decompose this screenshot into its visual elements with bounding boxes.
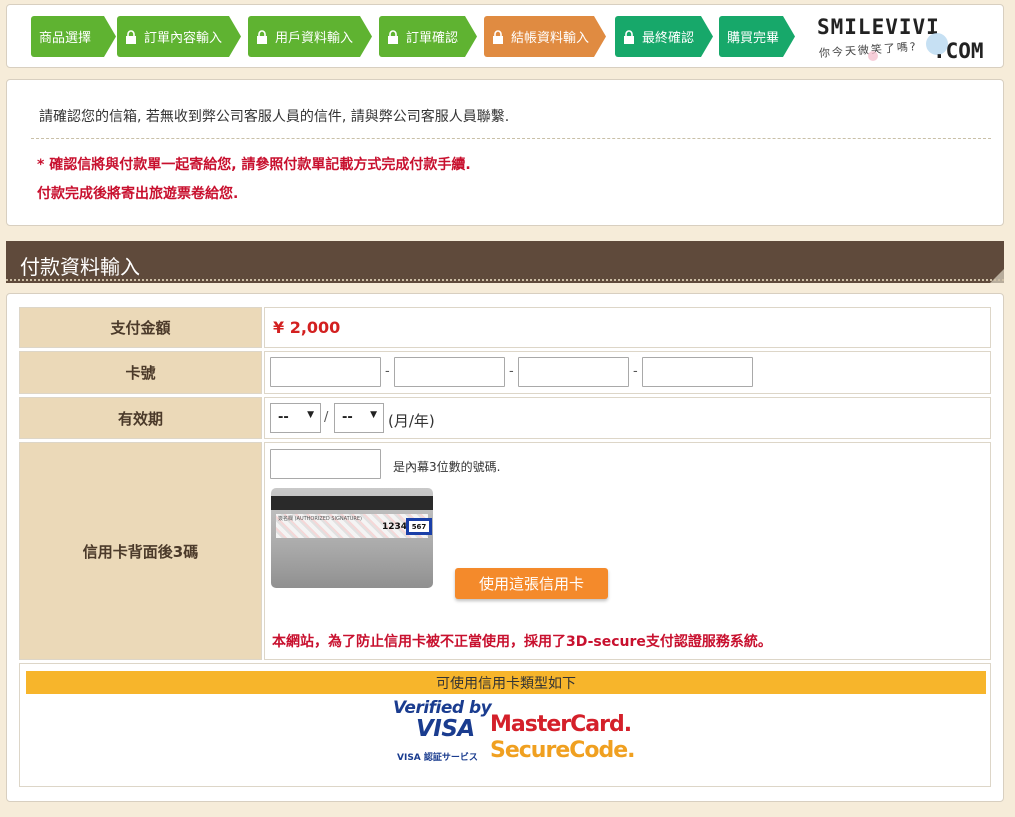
card-number-sample: 1234 xyxy=(382,522,408,532)
step-label: 最終確認 xyxy=(642,31,695,46)
card-number-label: 卡號 xyxy=(125,364,156,382)
expiry-month-value: -- xyxy=(278,410,289,425)
accepted-cards-title: 可使用信用卡類型如下 xyxy=(26,671,986,694)
card-number-cell: - - - xyxy=(264,351,991,394)
verified-by-text: Verified by xyxy=(393,698,492,718)
chevron-down-icon: ▼ xyxy=(370,410,377,420)
securecode-text: SecureCode. xyxy=(490,738,636,763)
step-payment-input: 結帳資料輸入 xyxy=(484,16,606,57)
expiry-label: 有效期 xyxy=(117,409,163,428)
step-label: 訂單內容輸入 xyxy=(144,31,223,46)
header-divider xyxy=(6,279,1004,281)
step-label: 用戶資料輸入 xyxy=(275,31,354,46)
expiry-year-value: -- xyxy=(342,410,353,425)
lock-icon xyxy=(125,30,137,44)
step-user-info: 用戶資料輸入 xyxy=(248,16,372,57)
visa-text: VISA xyxy=(416,716,475,742)
cvv-label: 信用卡背面後3碼 xyxy=(82,542,199,561)
mastercard-text: MasterCard. xyxy=(490,712,632,737)
lock-icon xyxy=(623,30,635,44)
checkout-steps-bar: 商品選擇 訂單內容輸入 用戶資料輸入 訂單確認 結帳資料輸入 最終確認 購買完畢… xyxy=(6,4,1004,68)
expiry-month-select[interactable]: -- ▼ xyxy=(270,403,321,433)
logo-dot-pink xyxy=(868,51,878,61)
warning-line-2: 付款完成後將寄出旅遊票卷給您. xyxy=(37,186,239,202)
section-title-text: 付款資料輸入 xyxy=(20,255,140,279)
divider xyxy=(31,138,991,139)
chevron-down-icon: ▼ xyxy=(307,410,314,420)
card-number-input-2[interactable] xyxy=(394,357,505,387)
accepted-cards-box: 可使用信用卡類型如下 Verified by VISA VISA 認証サービス … xyxy=(19,663,991,787)
lock-icon xyxy=(387,30,399,44)
notice-box: 請確認您的信箱, 若無收到弊公司客服人員的信件, 請與弊公司客服人員聯繫. * … xyxy=(6,79,1004,226)
card-number-input-3[interactable] xyxy=(518,357,629,387)
use-this-card-button[interactable]: 使用這張信用卡 xyxy=(455,568,608,599)
cvv-sample: 567 xyxy=(406,518,432,535)
step-final-confirm: 最終確認 xyxy=(615,16,713,57)
signature-panel: 簽名欄 (AUTHORIZED SIGNATURE) 1234 567 xyxy=(276,514,432,538)
visa-jp-text: VISA 認証サービス xyxy=(397,753,478,763)
card-number-label-cell: 卡號 xyxy=(19,351,262,394)
card-number-separator: - xyxy=(633,364,638,379)
mastercard-securecode-logo: MasterCard. SecureCode. xyxy=(490,712,636,772)
lock-icon xyxy=(492,30,504,44)
step-purchase-complete: 購買完畢 xyxy=(719,16,795,57)
section-title: 付款資料輸入 xyxy=(6,241,1004,283)
expiry-slash: / xyxy=(324,410,329,425)
amount-value: ¥ 2,000 xyxy=(273,318,341,337)
card-number-input-4[interactable] xyxy=(642,357,753,387)
step-product-select: 商品選擇 xyxy=(31,16,116,57)
card-number-input-1[interactable] xyxy=(270,357,381,387)
logo-com-text: .COM xyxy=(933,39,984,63)
amount-label: 支付金額 xyxy=(110,319,171,337)
step-label: 商品選擇 xyxy=(39,31,92,46)
warning-line-1: * 確認信將與付款單一起寄給您, 請參照付款單記載方式完成付款手續. xyxy=(37,157,471,173)
expiry-year-select[interactable]: -- ▼ xyxy=(334,403,384,433)
expiry-cell: -- ▼ / -- ▼ (月/年) xyxy=(264,397,991,439)
expiry-hint: (月/年) xyxy=(388,412,435,430)
step-order-confirm: 訂單確認 xyxy=(379,16,477,57)
card-back-image: 簽名欄 (AUTHORIZED SIGNATURE) 1234 567 xyxy=(271,488,433,588)
step-label: 結帳資料輸入 xyxy=(511,31,590,46)
expiry-label-cell: 有效期 xyxy=(19,397,262,439)
step-order-content: 訂單內容輸入 xyxy=(117,16,241,57)
cvv-cell: 是內幕3位數的號碼. 簽名欄 (AUTHORIZED SIGNATURE) 12… xyxy=(264,442,991,660)
cvv-label-cell: 信用卡背面後3碼 xyxy=(19,442,262,660)
cvv-input[interactable] xyxy=(270,449,381,479)
card-number-separator: - xyxy=(385,364,390,379)
verified-by-visa-logo: Verified by VISA VISA 認証サービス xyxy=(392,698,492,768)
magnetic-stripe xyxy=(271,496,433,510)
card-number-separator: - xyxy=(509,364,514,379)
cvv-hint: 是內幕3位數的號碼. xyxy=(393,460,501,474)
amount-label-cell: 支付金額 xyxy=(19,307,262,348)
lock-icon xyxy=(256,30,268,44)
logo-main-text: SMILEVIVI xyxy=(817,15,940,39)
amount-value-cell: ¥ 2,000 xyxy=(264,307,991,348)
step-label: 購買完畢 xyxy=(727,31,780,46)
3d-secure-note: 本網站，為了防止信用卡被不正當使用，採用了3D-secure支付認證服務系統。 xyxy=(272,634,772,650)
step-label: 訂單確認 xyxy=(406,31,459,46)
email-notice: 請確認您的信箱, 若無收到弊公司客服人員的信件, 請與弊公司客服人員聯繫. xyxy=(39,109,510,125)
signature-label: 簽名欄 (AUTHORIZED SIGNATURE) xyxy=(278,516,362,522)
site-logo[interactable]: SMILEVIVI 你今天微笑了嗎? .COM xyxy=(813,13,993,65)
